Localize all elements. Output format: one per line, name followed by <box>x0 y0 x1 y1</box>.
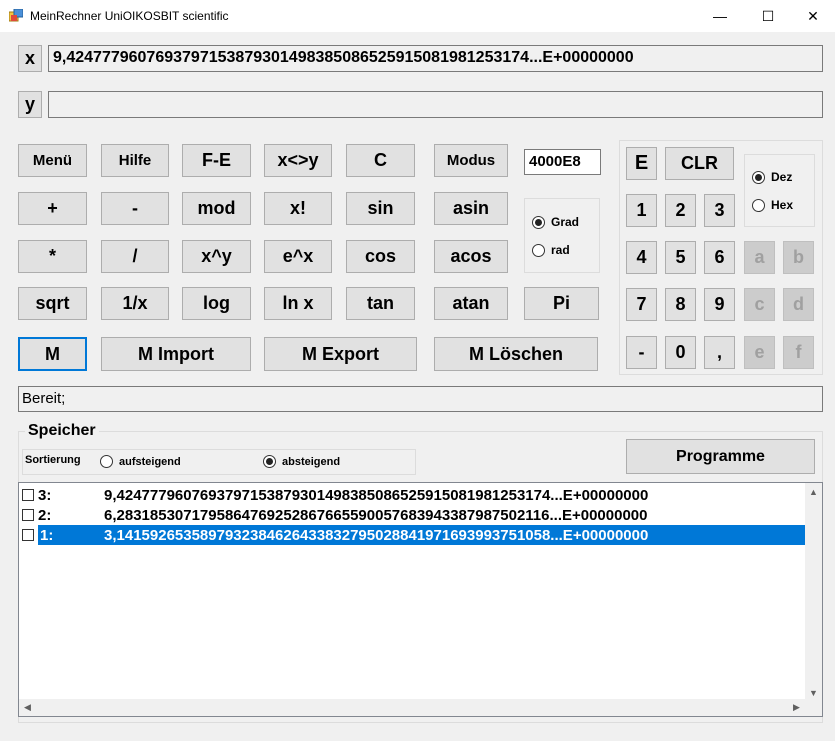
mode-button[interactable]: Modus <box>434 144 508 177</box>
digit-5-button[interactable]: 5 <box>665 241 696 274</box>
sort-desc-radio-dot <box>263 455 276 468</box>
hex-radio[interactable]: Hex <box>752 198 793 212</box>
rad-radio-dot <box>532 243 545 257</box>
minus-button[interactable]: - <box>101 192 169 225</box>
memory-delete-button[interactable]: M Löschen <box>434 337 598 371</box>
minimize-button[interactable]: — <box>697 0 743 32</box>
scroll-right-icon[interactable]: ▶ <box>788 699 805 716</box>
log-button[interactable]: log <box>182 287 251 320</box>
digit-1-button[interactable]: 1 <box>626 194 657 227</box>
hex-c-button[interactable]: c <box>744 288 775 321</box>
multiply-button[interactable]: * <box>18 240 87 273</box>
asin-button[interactable]: asin <box>434 192 508 225</box>
digit-7-button[interactable]: 7 <box>626 288 657 321</box>
sort-group <box>22 449 416 475</box>
memory-button[interactable]: M <box>18 337 87 371</box>
hex-d-button[interactable]: d <box>783 288 814 321</box>
y-register-button[interactable]: y <box>18 91 42 118</box>
list-item[interactable]: 3: 9,42477796076937971538793014983850865… <box>20 485 806 505</box>
base-group <box>744 154 815 227</box>
precision-value: 4000E8 <box>529 153 581 170</box>
y-display[interactable] <box>48 91 823 118</box>
precision-input[interactable]: 4000E8 <box>524 149 601 175</box>
status-text: Bereit; <box>22 390 66 407</box>
clr-button[interactable]: CLR <box>665 147 734 180</box>
y-value <box>49 92 822 94</box>
hex-f-button[interactable]: f <box>783 336 814 369</box>
power-button[interactable]: x^y <box>182 240 251 273</box>
memory-import-button[interactable]: M Import <box>101 337 251 371</box>
sort-asc-radio[interactable]: aufsteigend <box>100 455 181 468</box>
menu-button[interactable]: Menü <box>18 144 87 177</box>
fe-button[interactable]: F-E <box>182 144 251 177</box>
ln-button[interactable]: ln x <box>264 287 332 320</box>
grad-radio-dot <box>532 215 545 229</box>
comma-button[interactable]: , <box>704 336 735 369</box>
exponent-button[interactable]: E <box>626 147 657 180</box>
list-item-selected[interactable]: 1: 3,14159265358979323846264338327950288… <box>20 525 806 545</box>
digit-9-button[interactable]: 9 <box>704 288 735 321</box>
maximize-button[interactable]: ☐ <box>745 0 791 32</box>
hex-b-button[interactable]: b <box>783 241 814 274</box>
list-item-checkbox[interactable] <box>22 509 34 521</box>
sin-button[interactable]: sin <box>346 192 415 225</box>
digit-3-button[interactable]: 3 <box>704 194 735 227</box>
scroll-up-icon[interactable]: ▲ <box>805 483 822 500</box>
memory-title: Speicher <box>25 422 99 440</box>
sort-label: Sortierung <box>25 454 81 466</box>
digit-4-button[interactable]: 4 <box>626 241 657 274</box>
x-value: 9,42477796076937971538793014983850865259… <box>53 49 634 66</box>
hex-a-button[interactable]: a <box>744 241 775 274</box>
swap-xy-button[interactable]: x<>y <box>264 144 332 177</box>
sort-desc-radio[interactable]: absteigend <box>263 455 340 468</box>
digit-6-button[interactable]: 6 <box>704 241 735 274</box>
digit-8-button[interactable]: 8 <box>665 288 696 321</box>
tan-button[interactable]: tan <box>346 287 415 320</box>
memory-list[interactable]: 3: 9,42477796076937971538793014983850865… <box>18 482 823 717</box>
acos-button[interactable]: acos <box>434 240 508 273</box>
mod-button[interactable]: mod <box>182 192 251 225</box>
dez-radio[interactable]: Dez <box>752 170 792 184</box>
grad-radio[interactable]: Grad <box>532 215 579 229</box>
rad-radio[interactable]: rad <box>532 243 570 257</box>
cos-button[interactable]: cos <box>346 240 415 273</box>
programs-button[interactable]: Programme <box>626 439 815 474</box>
atan-button[interactable]: atan <box>434 287 508 320</box>
angle-mode-group <box>524 198 600 273</box>
exp-button[interactable]: e^x <box>264 240 332 273</box>
memory-export-button[interactable]: M Export <box>264 337 417 371</box>
help-button[interactable]: Hilfe <box>101 144 169 177</box>
reciprocal-button[interactable]: 1/x <box>101 287 169 320</box>
vertical-scrollbar[interactable]: ▲ ▼ <box>805 483 822 701</box>
app-icon <box>9 9 23 22</box>
horizontal-scrollbar[interactable]: ◀ ▶ <box>19 699 805 716</box>
list-item[interactable]: 2: 6,28318530717958647692528676655900576… <box>20 505 806 525</box>
list-item-checkbox[interactable] <box>22 529 34 541</box>
close-button[interactable]: ✕ <box>790 0 835 32</box>
negate-button[interactable]: - <box>626 336 657 369</box>
clear-button[interactable]: C <box>346 144 415 177</box>
plus-button[interactable]: + <box>18 192 87 225</box>
sqrt-button[interactable]: sqrt <box>18 287 87 320</box>
hex-radio-dot <box>752 198 765 212</box>
pi-button[interactable]: Pi <box>524 287 599 320</box>
digit-2-button[interactable]: 2 <box>665 194 696 227</box>
divide-button[interactable]: / <box>101 240 169 273</box>
x-display[interactable]: 9,42477796076937971538793014983850865259… <box>48 45 823 72</box>
factorial-button[interactable]: x! <box>264 192 332 225</box>
scroll-left-icon[interactable]: ◀ <box>19 699 36 716</box>
status-field: Bereit; <box>18 386 823 412</box>
x-register-button[interactable]: x <box>18 45 42 72</box>
hex-e-button[interactable]: e <box>744 336 775 369</box>
list-item-checkbox[interactable] <box>22 489 34 501</box>
digit-0-button[interactable]: 0 <box>665 336 696 369</box>
window-title: MeinRechner UniOIKOSBIT scientific <box>30 9 229 23</box>
scrollbar-corner <box>805 699 822 716</box>
sort-asc-radio-dot <box>100 455 113 468</box>
dez-radio-dot <box>752 170 765 184</box>
